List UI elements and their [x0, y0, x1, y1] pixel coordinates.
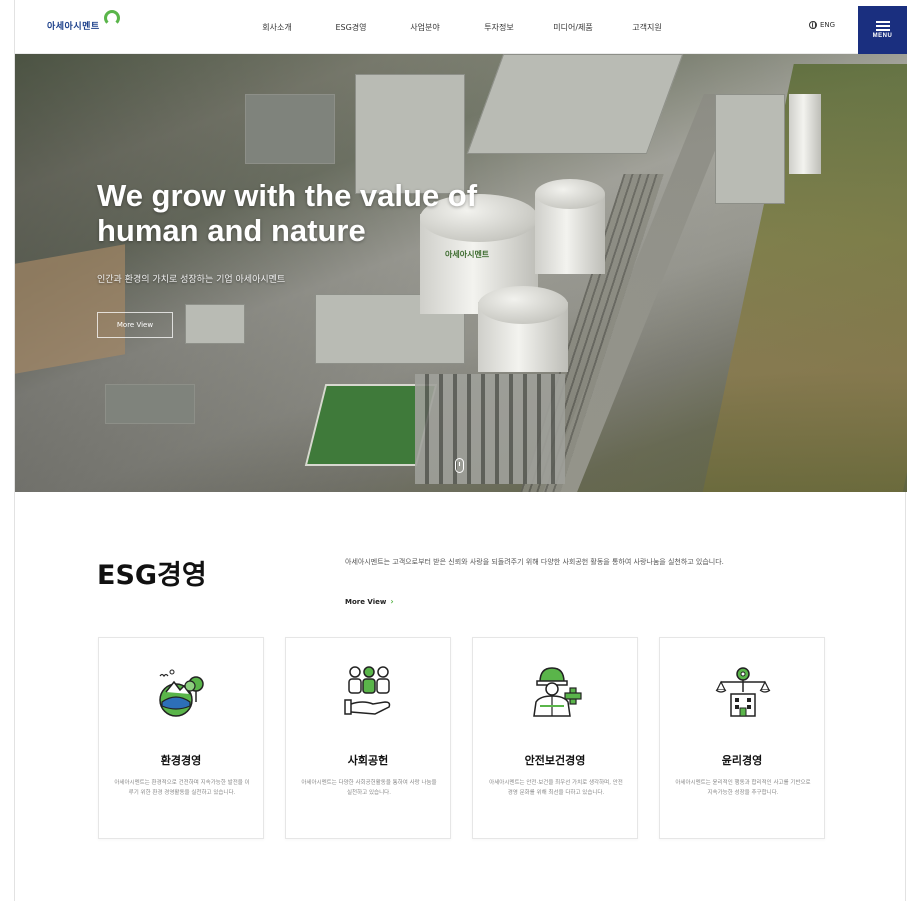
factory-building [466, 54, 684, 154]
hero-title-line: human and nature [97, 213, 366, 248]
nav-item-company[interactable]: 회사소개 [240, 22, 314, 33]
ethics-icon [715, 667, 771, 717]
language-label: ENG [820, 21, 836, 29]
nav-item-esg[interactable]: ESG경영 [314, 22, 388, 33]
hero-banner: 아세아시멘트 We grow with the value of human a… [15, 54, 907, 492]
card-title: 안전보건경영 [524, 754, 586, 767]
menu-button[interactable]: MENU [858, 6, 907, 54]
card-title: 사회공헌 [347, 754, 389, 767]
silo-top [478, 286, 568, 324]
menu-label: MENU [872, 33, 893, 39]
nav-item-media[interactable]: 미디어/제품 [536, 22, 610, 33]
esg-section-title: ESG경영 [97, 560, 207, 591]
globe-icon [809, 21, 817, 29]
nav-item-investment[interactable]: 투자정보 [462, 22, 536, 33]
silo [789, 94, 821, 174]
site-header: 아세아시멘트 회사소개 ESG경영 사업분야 투자정보 미디어/제품 고객지원 … [15, 0, 907, 54]
scroll-down-icon[interactable] [455, 458, 464, 473]
logo-mark-icon [104, 10, 120, 26]
nav-item-support[interactable]: 고객지원 [610, 22, 684, 33]
card-description: 아세아시멘트는 안전·보건을 최우선 가치로 생각하며, 안전경영 문화를 위해… [489, 780, 623, 796]
esg-card-ethics[interactable]: 윤리경영 아세아시멘트는 윤리적인 행동과 합리적인 사고를 기반으로 지속가능… [659, 637, 825, 839]
factory-building [105, 384, 195, 424]
company-logo[interactable]: 아세아시멘트 [47, 19, 100, 32]
social-contribution-icon [344, 666, 391, 715]
esg-more-label: More View [345, 597, 387, 606]
card-description: 아세아시멘트는 환경적으로 건전하며 지속가능한 발전을 이루기 위한 환경 경… [114, 780, 250, 796]
hero-subtitle: 인간과 환경의 가치로 성장하는 기업 아세아시멘트 [97, 275, 286, 285]
esg-more-view-link[interactable]: More View › [345, 597, 394, 606]
factory-building [355, 74, 465, 194]
card-description: 아세아시멘트는 다양한 사회공헌활동을 통하여 사랑 나눔을 실천하고 있습니다… [301, 780, 437, 796]
environment-icon [159, 669, 204, 717]
esg-description: 아세아시멘트는 고객으로부터 받은 신뢰와 사랑을 되돌려주기 위해 다양한 사… [345, 558, 724, 566]
factory-building [185, 304, 245, 344]
nav-item-business[interactable]: 사업분야 [388, 22, 462, 33]
parking-lot [415, 374, 565, 484]
esg-card-list: 환경경영 아세아시멘트는 환경적으로 건전하며 지속가능한 발전을 이루기 위한… [98, 637, 825, 839]
hero-more-view-button[interactable]: More View [97, 312, 173, 338]
esg-card-social[interactable]: 사회공헌 아세아시멘트는 다양한 사회공헌활동을 통하여 사랑 나눔을 실천하고… [285, 637, 451, 839]
esg-card-safety[interactable]: 안전보건경영 아세아시멘트는 안전·보건을 최우선 가치로 생각하며, 안전경영… [472, 637, 638, 839]
field-scenery [15, 244, 125, 374]
card-title: 윤리경영 [721, 754, 763, 767]
hero-title: We grow with the value of human and natu… [97, 178, 567, 248]
safety-health-icon [533, 667, 582, 717]
card-description: 아세아시멘트는 윤리적인 행동과 합리적인 사고를 기반으로 지속가능한 성장을… [675, 780, 811, 796]
hero-title-line: We grow with the value of [97, 178, 478, 213]
arrow-right-icon: › [390, 597, 394, 606]
esg-card-environment[interactable]: 환경경영 아세아시멘트는 환경적으로 건전하며 지속가능한 발전을 이루기 위한… [98, 637, 264, 839]
factory-building [245, 94, 335, 164]
hamburger-icon [875, 21, 890, 31]
silo-logo-text: 아세아시멘트 [445, 250, 490, 259]
factory-building [715, 94, 785, 204]
card-title: 환경경영 [160, 754, 202, 767]
language-switch[interactable]: ENG [809, 21, 835, 29]
main-nav: 회사소개 ESG경영 사업분야 투자정보 미디어/제품 고객지원 [240, 22, 684, 33]
page: 아세아시멘트 회사소개 ESG경영 사업분야 투자정보 미디어/제품 고객지원 … [14, 0, 907, 901]
